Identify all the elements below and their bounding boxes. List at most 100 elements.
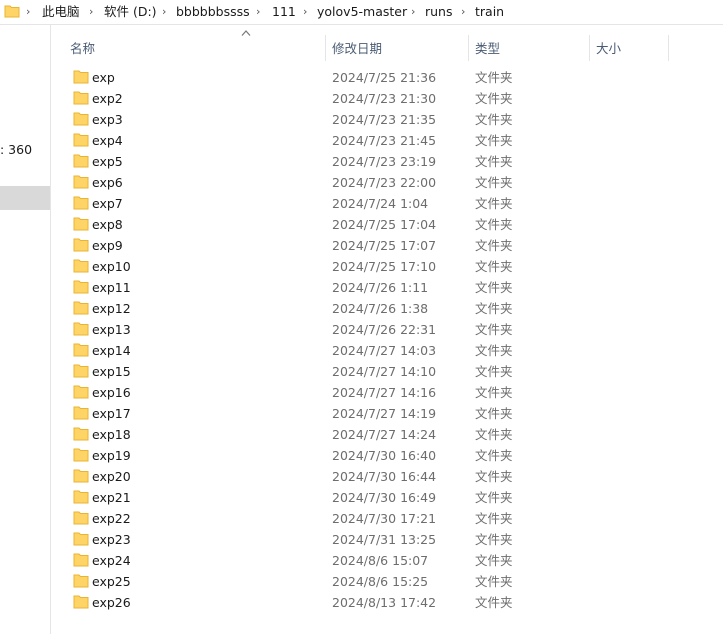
column-header-size[interactable]: 大小 bbox=[596, 40, 621, 58]
file-type: 文件夹 bbox=[475, 238, 513, 253]
file-name: exp14 bbox=[92, 343, 131, 358]
chevron-right-icon[interactable]: › bbox=[162, 4, 166, 20]
file-name: exp13 bbox=[92, 322, 131, 337]
column-header-type[interactable]: 类型 bbox=[475, 40, 500, 58]
folder-icon bbox=[73, 532, 89, 546]
list-item[interactable]: exp21 2024/7/30 16:49 文件夹 bbox=[51, 487, 723, 508]
list-item[interactable]: exp3 2024/7/23 21:35 文件夹 bbox=[51, 109, 723, 130]
breadcrumb-this-pc[interactable]: 此电脑 bbox=[42, 4, 80, 20]
list-item[interactable]: exp24 2024/8/6 15:07 文件夹 bbox=[51, 550, 723, 571]
list-item[interactable]: exp25 2024/8/6 15:25 文件夹 bbox=[51, 571, 723, 592]
list-item[interactable]: exp4 2024/7/23 21:45 文件夹 bbox=[51, 130, 723, 151]
column-header-bar: 名称 修改日期 类型 大小 bbox=[51, 25, 723, 65]
file-name: exp10 bbox=[92, 259, 131, 274]
file-date: 2024/7/26 1:38 bbox=[332, 301, 429, 316]
breadcrumb-drive-d[interactable]: 软件 (D:) bbox=[104, 4, 157, 20]
file-type: 文件夹 bbox=[475, 574, 513, 589]
list-item[interactable]: exp16 2024/7/27 14:16 文件夹 bbox=[51, 382, 723, 403]
file-date: 2024/7/25 21:36 bbox=[332, 70, 437, 85]
list-item[interactable]: exp 2024/7/25 21:36 文件夹 bbox=[51, 67, 723, 88]
file-type: 文件夹 bbox=[475, 553, 513, 568]
folder-icon bbox=[73, 574, 89, 588]
file-name: exp2 bbox=[92, 91, 123, 106]
nav-item-partial[interactable]: : 360 bbox=[0, 142, 48, 157]
file-date: 2024/7/24 1:04 bbox=[332, 196, 429, 211]
file-name: exp7 bbox=[92, 196, 123, 211]
breadcrumb-train[interactable]: train bbox=[475, 4, 504, 20]
list-item[interactable]: exp2 2024/7/23 21:30 文件夹 bbox=[51, 88, 723, 109]
list-item[interactable]: exp14 2024/7/27 14:03 文件夹 bbox=[51, 340, 723, 361]
list-item[interactable]: exp12 2024/7/26 1:38 文件夹 bbox=[51, 298, 723, 319]
file-date: 2024/7/27 14:16 bbox=[332, 385, 437, 400]
folder-icon bbox=[73, 406, 89, 420]
folder-icon bbox=[73, 448, 89, 462]
chevron-right-icon[interactable]: › bbox=[256, 4, 260, 20]
breadcrumb-bbbbbbssss[interactable]: bbbbbbssss bbox=[176, 4, 250, 20]
list-item[interactable]: exp19 2024/7/30 16:40 文件夹 bbox=[51, 445, 723, 466]
folder-icon bbox=[73, 154, 89, 168]
column-divider[interactable] bbox=[668, 35, 669, 61]
address-bar[interactable]: › 此电脑 › 软件 (D:) › bbbbbbssss › 111 › yol… bbox=[0, 0, 723, 25]
list-item[interactable]: exp17 2024/7/27 14:19 文件夹 bbox=[51, 403, 723, 424]
file-type: 文件夹 bbox=[475, 175, 513, 190]
breadcrumb-runs[interactable]: runs bbox=[425, 4, 453, 20]
list-item[interactable]: exp20 2024/7/30 16:44 文件夹 bbox=[51, 466, 723, 487]
file-name: exp3 bbox=[92, 112, 123, 127]
column-divider[interactable] bbox=[325, 35, 326, 61]
navigation-pane[interactable]: : 360 bbox=[0, 25, 51, 634]
list-item[interactable]: exp7 2024/7/24 1:04 文件夹 bbox=[51, 193, 723, 214]
folder-icon bbox=[73, 217, 89, 231]
list-item[interactable]: exp8 2024/7/25 17:04 文件夹 bbox=[51, 214, 723, 235]
column-header-date[interactable]: 修改日期 bbox=[332, 40, 382, 58]
sort-up-icon bbox=[241, 30, 251, 36]
chevron-right-icon[interactable]: › bbox=[411, 4, 415, 20]
file-type: 文件夹 bbox=[475, 448, 513, 463]
chevron-right-icon[interactable]: › bbox=[461, 4, 465, 20]
folder-icon bbox=[4, 5, 20, 18]
file-date: 2024/7/26 22:31 bbox=[332, 322, 437, 337]
list-item[interactable]: exp9 2024/7/25 17:07 文件夹 bbox=[51, 235, 723, 256]
file-date: 2024/7/31 13:25 bbox=[332, 532, 437, 547]
file-type: 文件夹 bbox=[475, 427, 513, 442]
file-type: 文件夹 bbox=[475, 259, 513, 274]
breadcrumb-yolov5-master[interactable]: yolov5-master bbox=[317, 4, 407, 20]
file-name: exp4 bbox=[92, 133, 123, 148]
folder-icon bbox=[73, 301, 89, 315]
list-item[interactable]: exp26 2024/8/13 17:42 文件夹 bbox=[51, 592, 723, 613]
file-date: 2024/7/27 14:10 bbox=[332, 364, 437, 379]
folder-icon bbox=[73, 427, 89, 441]
file-type: 文件夹 bbox=[475, 385, 513, 400]
column-divider[interactable] bbox=[589, 35, 590, 61]
file-date: 2024/7/23 22:00 bbox=[332, 175, 437, 190]
file-type: 文件夹 bbox=[475, 91, 513, 106]
chevron-right-icon[interactable]: › bbox=[89, 4, 93, 20]
file-list: exp 2024/7/25 21:36 文件夹 exp2 2024/7/23 2… bbox=[51, 67, 723, 627]
list-item[interactable]: exp11 2024/7/26 1:11 文件夹 bbox=[51, 277, 723, 298]
breadcrumb-111[interactable]: 111 bbox=[272, 4, 296, 20]
folder-icon bbox=[73, 511, 89, 525]
file-type: 文件夹 bbox=[475, 196, 513, 211]
list-item[interactable]: exp23 2024/7/31 13:25 文件夹 bbox=[51, 529, 723, 550]
chevron-right-icon[interactable]: › bbox=[26, 4, 30, 20]
folder-icon bbox=[73, 196, 89, 210]
list-item[interactable]: exp15 2024/7/27 14:10 文件夹 bbox=[51, 361, 723, 382]
chevron-right-icon[interactable]: › bbox=[303, 4, 307, 20]
list-item[interactable]: exp18 2024/7/27 14:24 文件夹 bbox=[51, 424, 723, 445]
list-item[interactable]: exp6 2024/7/23 22:00 文件夹 bbox=[51, 172, 723, 193]
file-type: 文件夹 bbox=[475, 112, 513, 127]
folder-icon bbox=[73, 70, 89, 84]
file-date: 2024/7/30 16:40 bbox=[332, 448, 437, 463]
folder-icon bbox=[73, 112, 89, 126]
column-header-name[interactable]: 名称 bbox=[70, 40, 95, 58]
list-item[interactable]: exp13 2024/7/26 22:31 文件夹 bbox=[51, 319, 723, 340]
list-item[interactable]: exp10 2024/7/25 17:10 文件夹 bbox=[51, 256, 723, 277]
file-type: 文件夹 bbox=[475, 322, 513, 337]
nav-item-selected[interactable] bbox=[0, 186, 50, 210]
file-type: 文件夹 bbox=[475, 406, 513, 421]
file-name: exp6 bbox=[92, 175, 123, 190]
list-item[interactable]: exp22 2024/7/30 17:21 文件夹 bbox=[51, 508, 723, 529]
file-date: 2024/7/30 16:44 bbox=[332, 469, 437, 484]
list-item[interactable]: exp5 2024/7/23 23:19 文件夹 bbox=[51, 151, 723, 172]
column-divider[interactable] bbox=[468, 35, 469, 61]
file-name: exp24 bbox=[92, 553, 131, 568]
